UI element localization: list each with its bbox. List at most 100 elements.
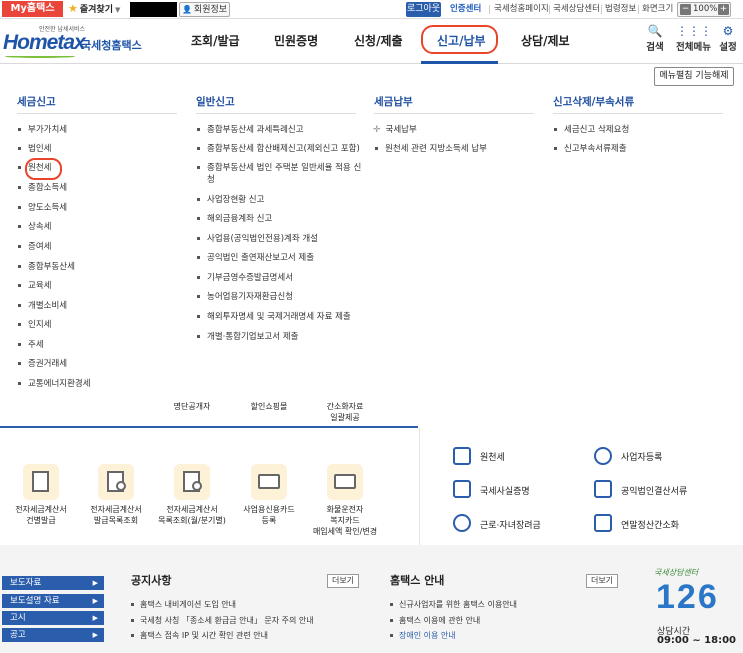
zoom-control: − 100% + [677, 2, 731, 17]
menu-item[interactable]: 증권거래세 [18, 358, 67, 370]
all-menu-button[interactable]: ⋮⋮⋮ 전체메뉴 [676, 23, 712, 59]
nav-inquiry-issue[interactable]: 조회/발급 [191, 32, 240, 49]
quick-label: 발급목록조회 [93, 516, 139, 525]
guide-item[interactable]: 신규사업자를 위한 홈택스 이용안내 [390, 599, 517, 610]
link-earned-income-credit[interactable]: 근로·자녀장려금 [480, 518, 541, 531]
menu-item[interactable]: 종합부동산세 과세특례신고 [197, 124, 304, 136]
search-button[interactable]: 🔍 검색 [640, 23, 670, 59]
zoom-in-button[interactable]: + [718, 4, 729, 15]
menu-item[interactable]: 개별·통합기업보고서 제출 [197, 331, 298, 343]
notification-button[interactable]: 고시 ▶ [2, 611, 104, 625]
menu-heading-tax-report: 세금신고 [17, 96, 56, 108]
zoom-out-button[interactable]: − [680, 4, 691, 15]
notice-more-button[interactable]: 더보기 [327, 574, 359, 588]
chevron-right-icon: ▶ [92, 614, 98, 622]
cert-center-link[interactable]: 인증센터 [450, 2, 481, 17]
notice-item[interactable]: 홈택스 접속 IP 및 시간 확인 관련 안내 [131, 630, 268, 641]
chevron-right-icon: ▶ [92, 631, 98, 639]
menu-item[interactable]: 부가가치세 [18, 124, 67, 136]
mega-menu: 메뉴펼침 기능해제 세금신고 부가가치세 법인세 원천세 종합소득세 양도소득세… [0, 64, 743, 398]
menu-item[interactable]: 종합부동산세 법인 주택분 일반세율 적용 신 [197, 162, 361, 174]
chevron-right-icon: ▶ [92, 579, 98, 587]
divider [489, 5, 490, 14]
nts-homepage-link[interactable]: 국세청홈페이지 [494, 2, 549, 17]
guide-item[interactable]: 홈택스 이용에 관한 안내 [390, 615, 480, 626]
menu-item[interactable]: 세금신고 삭제요청 [554, 124, 629, 136]
menu-item[interactable]: 해외금융계좌 신고 [197, 213, 272, 225]
menu-item[interactable]: 사업용(공익법인전용)계좌 개설 [197, 233, 318, 245]
menu-item[interactable]: 종합부동산세 합산배제신고(제외신고 포함) [197, 143, 360, 155]
link-withholding-tax[interactable]: 원천세 [480, 450, 505, 463]
guide-more-button[interactable]: 더보기 [586, 574, 618, 588]
quick-label: 전자세금계산서 [166, 505, 218, 514]
menu-item[interactable]: 양도소득세 [18, 202, 67, 214]
business-credit-card-icon[interactable] [251, 464, 287, 500]
nav-consult-report[interactable]: 상담/제보 [521, 32, 570, 49]
menu-item[interactable]: 해외투자명세 및 국제거래명세 자료 제출 [197, 311, 351, 323]
menu-item[interactable]: 주세 [18, 339, 44, 351]
menu-item[interactable]: 종합소득세 [18, 182, 67, 194]
quick-label: 전자세금계산서 [15, 505, 67, 514]
menu-item[interactable]: 개별소비세 [18, 300, 67, 312]
consult-center-link[interactable]: 국세상담센터 [553, 2, 600, 17]
favorites-button[interactable]: ★ 즐겨찾기 ▼ [68, 1, 120, 17]
quick-label: 매입세액 확인/변경 [312, 527, 378, 536]
star-icon: ★ [68, 2, 78, 15]
heart-icon [453, 514, 471, 532]
menu-item[interactable]: 인지세 [18, 319, 51, 331]
e-tax-invoice-list-icon[interactable] [98, 464, 134, 500]
menu-item[interactable]: 신고부속서류제출 [554, 143, 627, 155]
settings-button[interactable]: ⚙ 설정 [713, 23, 743, 59]
partial-label: 할인쇼핑몰 [250, 402, 288, 411]
hometax-logo[interactable]: 안전한 납세서비스 Hometax 국세청홈택스 [3, 24, 143, 60]
person-icon [594, 447, 612, 465]
menu-item[interactable]: 기부금영수증발급명세서 [197, 272, 293, 284]
certificate-icon [453, 480, 471, 498]
logout-button[interactable]: 로그아웃 [406, 2, 441, 17]
divider [374, 113, 534, 114]
logo-subtitle: 국세청홈택스 [81, 39, 142, 52]
guide-item-accessibility[interactable]: 장애인 이용 안내 [390, 630, 456, 641]
announcement-button[interactable]: 공고 ▶ [2, 628, 104, 642]
nav-civil-certificate[interactable]: 민원증명 [274, 32, 318, 49]
call-center-script: 국세상담센터 [654, 568, 699, 577]
all-menu-label: 전체메뉴 [676, 42, 711, 53]
press-release-button[interactable]: 보도자료 ▶ [2, 576, 104, 590]
menu-item[interactable]: 교통에너지환경세 [18, 378, 91, 390]
my-hometax-button[interactable]: My홈택스 [2, 1, 63, 17]
notice-item[interactable]: 홈택스 내비게이션 도입 안내 [131, 599, 236, 610]
zoom-level: 100% [693, 4, 718, 14]
link-business-registration[interactable]: 사업자등록 [621, 450, 662, 463]
menu-item[interactable]: 농어업용기자재환급신청 [197, 291, 293, 303]
menu-item[interactable]: 증여세 [18, 241, 51, 253]
freight-welfare-card-icon[interactable] [327, 464, 363, 500]
clipboard-check-icon [594, 480, 612, 498]
menu-item[interactable]: 원천세 관련 지방소득세 납부 [375, 143, 487, 155]
menu-item[interactable]: 상속세 [18, 221, 51, 233]
quick-label: 건별발급 [26, 516, 56, 525]
menu-item[interactable]: 공익법인 출연재산보고서 제출 [197, 252, 314, 264]
link-year-end-settlement[interactable]: 연말정산간소화 [621, 518, 679, 531]
press-explanation-button[interactable]: 보도설명 자료 ▶ [2, 594, 104, 608]
link-tax-fact-certificate[interactable]: 국세사실증명 [480, 484, 530, 497]
menu-item-continuation[interactable]: 청 [207, 174, 215, 186]
menu-item[interactable]: 법인세 [18, 143, 51, 155]
menu-item[interactable]: 교육세 [18, 280, 51, 292]
screen-size-label: 화면크기 [642, 4, 674, 14]
menu-fix-toggle-button[interactable]: 메뉴펼침 기능해제 [654, 67, 734, 86]
member-info-button[interactable]: 👤 회원정보 [179, 2, 230, 17]
e-tax-invoice-issue-icon[interactable] [23, 464, 59, 500]
law-info-link[interactable]: 법령정보 [605, 2, 636, 17]
notice-item[interactable]: 국세청 사칭 「종소세 환급금 안내」 문자 주의 안내 [131, 615, 314, 626]
nav-apply-submit[interactable]: 신청/제출 [354, 32, 403, 49]
link-public-corp-settlement[interactable]: 공익법인결산서류 [621, 484, 687, 497]
menu-item[interactable]: 종합부동산세 [18, 261, 75, 273]
partial-label: 간소화자료 [326, 402, 364, 411]
favorites-label: 즐겨찾기 [79, 5, 113, 15]
section-divider [0, 426, 418, 428]
quick-label: 사업용신용카드 [243, 505, 295, 514]
e-tax-invoice-monthly-icon[interactable] [174, 464, 210, 500]
menu-heading-delete-attachment: 신고삭제/부속서류 [553, 96, 635, 108]
menu-item[interactable]: 사업장현황 신고 [197, 194, 264, 206]
menu-item-national-tax-payment[interactable]: ✛ 국세납부 [373, 124, 417, 136]
